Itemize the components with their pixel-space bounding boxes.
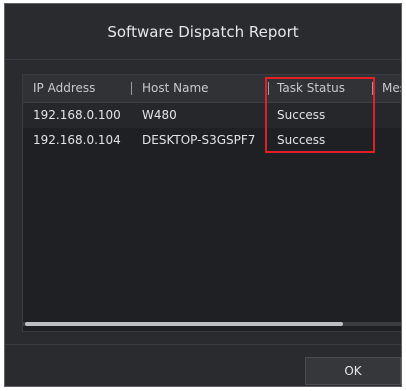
ok-button[interactable]: OK <box>305 357 401 385</box>
dispatch-report-dialog: Software Dispatch Report IP Address Host… <box>4 3 402 387</box>
footer-divider <box>5 344 401 345</box>
report-table: IP Address Host Name Task Status Mes 192… <box>22 74 401 332</box>
table-row[interactable]: 192.168.0.104 DESKTOP-S3GSPF7 Success <box>23 128 401 153</box>
column-header-ip-address[interactable]: IP Address <box>33 75 95 102</box>
column-header-message[interactable]: Mes <box>382 75 401 102</box>
cell-task-status: Success <box>277 108 326 122</box>
cell-host-name: W480 <box>142 108 177 122</box>
cell-ip-address: 192.168.0.104 <box>33 133 121 147</box>
cell-task-status: Success <box>277 133 326 147</box>
horizontal-scrollbar[interactable] <box>23 322 401 326</box>
column-separator[interactable] <box>268 82 269 95</box>
table-header: IP Address Host Name Task Status Mes <box>23 75 401 103</box>
cell-host-name: DESKTOP-S3GSPF7 <box>142 133 256 147</box>
title-divider <box>5 59 401 60</box>
column-header-host-name[interactable]: Host Name <box>142 75 209 102</box>
scrollbar-thumb[interactable] <box>25 322 343 326</box>
column-separator[interactable] <box>372 82 373 95</box>
cell-ip-address: 192.168.0.100 <box>33 108 121 122</box>
table-row[interactable]: 192.168.0.100 W480 Success <box>23 103 401 128</box>
column-separator[interactable] <box>131 82 132 95</box>
dialog-title: Software Dispatch Report <box>107 22 299 41</box>
column-header-task-status[interactable]: Task Status <box>277 75 345 102</box>
